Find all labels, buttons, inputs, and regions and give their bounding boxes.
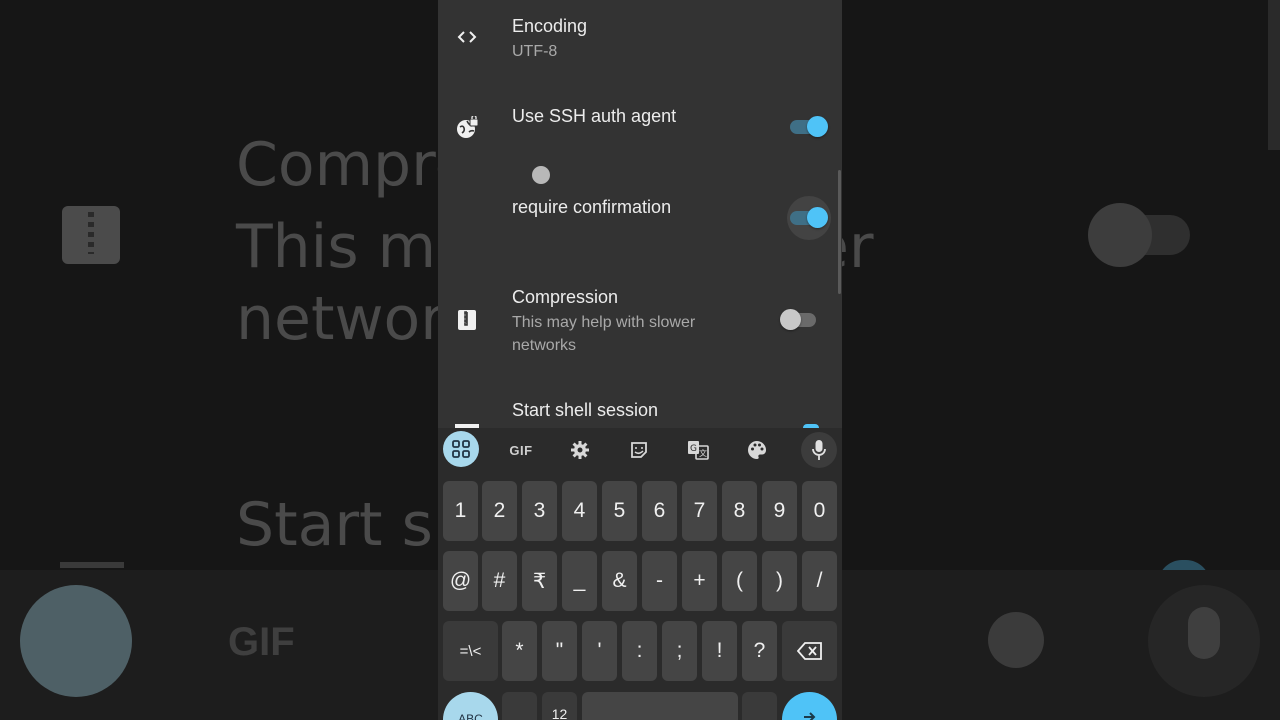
bg-zip-icon: [62, 206, 120, 264]
bg-scrollbar: [1268, 0, 1280, 150]
bg-start-shell-title: Start sh: [236, 490, 471, 560]
key-slash[interactable]: /: [802, 551, 837, 611]
arrow-right-icon: [804, 712, 816, 720]
key-6[interactable]: 6: [642, 481, 677, 541]
globe-lock-icon: [457, 116, 479, 138]
encoding-title: Encoding: [512, 16, 588, 36]
sticker-icon[interactable]: [621, 432, 657, 468]
apps-grid-icon[interactable]: [443, 431, 479, 467]
compression-subtitle-1: This may help with slower: [512, 314, 696, 331]
key-colon[interactable]: :: [622, 621, 657, 681]
code-icon: [457, 31, 477, 43]
key-open-paren[interactable]: (: [722, 551, 757, 611]
comma-key[interactable]: [502, 692, 537, 720]
key-2[interactable]: 2: [482, 481, 517, 541]
settings-list: Encoding UTF-8 Use SSH auth agent requir…: [438, 0, 842, 428]
keyboard: GIF G 文 1 2 3 4 5 6 7 8 9 0 @ # ₹ _ & - …: [438, 428, 842, 720]
key-ampersand[interactable]: &: [602, 551, 637, 611]
key-plus[interactable]: +: [682, 551, 717, 611]
bg-mic-icon: [1148, 585, 1260, 697]
bg-compression-title: Compre: [236, 130, 472, 200]
key-double-quote[interactable]: ": [542, 621, 577, 681]
backspace-icon: [796, 642, 822, 660]
key-more-symbols[interactable]: =\<: [443, 621, 498, 681]
key-exclamation[interactable]: !: [702, 621, 737, 681]
svg-text:G: G: [690, 444, 697, 454]
bg-apps-icon: [20, 585, 132, 697]
mic-icon[interactable]: [801, 432, 837, 468]
gear-icon[interactable]: [562, 432, 598, 468]
numpad-key[interactable]: 12: [542, 692, 577, 720]
key-at[interactable]: @: [443, 551, 478, 611]
abc-key[interactable]: ABC: [443, 692, 498, 720]
bg-gif-label: GIF: [228, 620, 295, 664]
phone-screen: Encoding UTF-8 Use SSH auth agent requir…: [438, 0, 842, 720]
start-shell-title: Start shell session: [512, 400, 659, 420]
key-semicolon[interactable]: ;: [662, 621, 697, 681]
svg-text:文: 文: [699, 448, 707, 458]
key-7[interactable]: 7: [682, 481, 717, 541]
key-rupee[interactable]: ₹: [522, 551, 557, 611]
key-9[interactable]: 9: [762, 481, 797, 541]
key-4[interactable]: 4: [562, 481, 597, 541]
key-5[interactable]: 5: [602, 481, 637, 541]
gif-icon[interactable]: GIF: [503, 432, 539, 468]
encoding-value: UTF-8: [512, 43, 558, 60]
key-8[interactable]: 8: [722, 481, 757, 541]
key-1[interactable]: 1: [443, 481, 478, 541]
require-confirmation-title: require confirmation: [512, 197, 672, 217]
backspace-key[interactable]: [782, 621, 837, 681]
compression-toggle[interactable]: [780, 308, 820, 332]
abc-key-label: ABC: [458, 712, 483, 720]
bg-toggle: [1088, 203, 1190, 267]
ssh-agent-title: Use SSH auth agent: [512, 106, 677, 126]
key-hash[interactable]: #: [482, 551, 517, 611]
compression-subtitle-2: networks: [512, 337, 577, 354]
palette-icon[interactable]: [739, 432, 775, 468]
enter-key[interactable]: [782, 692, 837, 720]
zip-icon: [458, 310, 476, 330]
period-key[interactable]: [742, 692, 777, 720]
numpad-key-label: 12: [551, 706, 568, 720]
key-question[interactable]: ?: [742, 621, 777, 681]
ssh-agent-toggle[interactable]: [788, 115, 828, 139]
key-0[interactable]: 0: [802, 481, 837, 541]
key-single-quote[interactable]: ': [582, 621, 617, 681]
key-minus[interactable]: -: [642, 551, 677, 611]
translate-icon[interactable]: G 文: [680, 432, 716, 468]
touch-indicator: [532, 166, 550, 184]
key-close-paren[interactable]: ): [762, 551, 797, 611]
space-key[interactable]: [582, 692, 738, 720]
gif-label: GIF: [509, 442, 533, 458]
bg-divider: [60, 562, 124, 568]
key-3[interactable]: 3: [522, 481, 557, 541]
require-confirmation-toggle[interactable]: [788, 206, 828, 230]
scrollbar[interactable]: [838, 170, 841, 294]
key-underscore[interactable]: _: [562, 551, 597, 611]
bg-palette-icon: [988, 612, 1044, 668]
compression-title: Compression: [512, 287, 619, 307]
key-asterisk[interactable]: *: [502, 621, 537, 681]
